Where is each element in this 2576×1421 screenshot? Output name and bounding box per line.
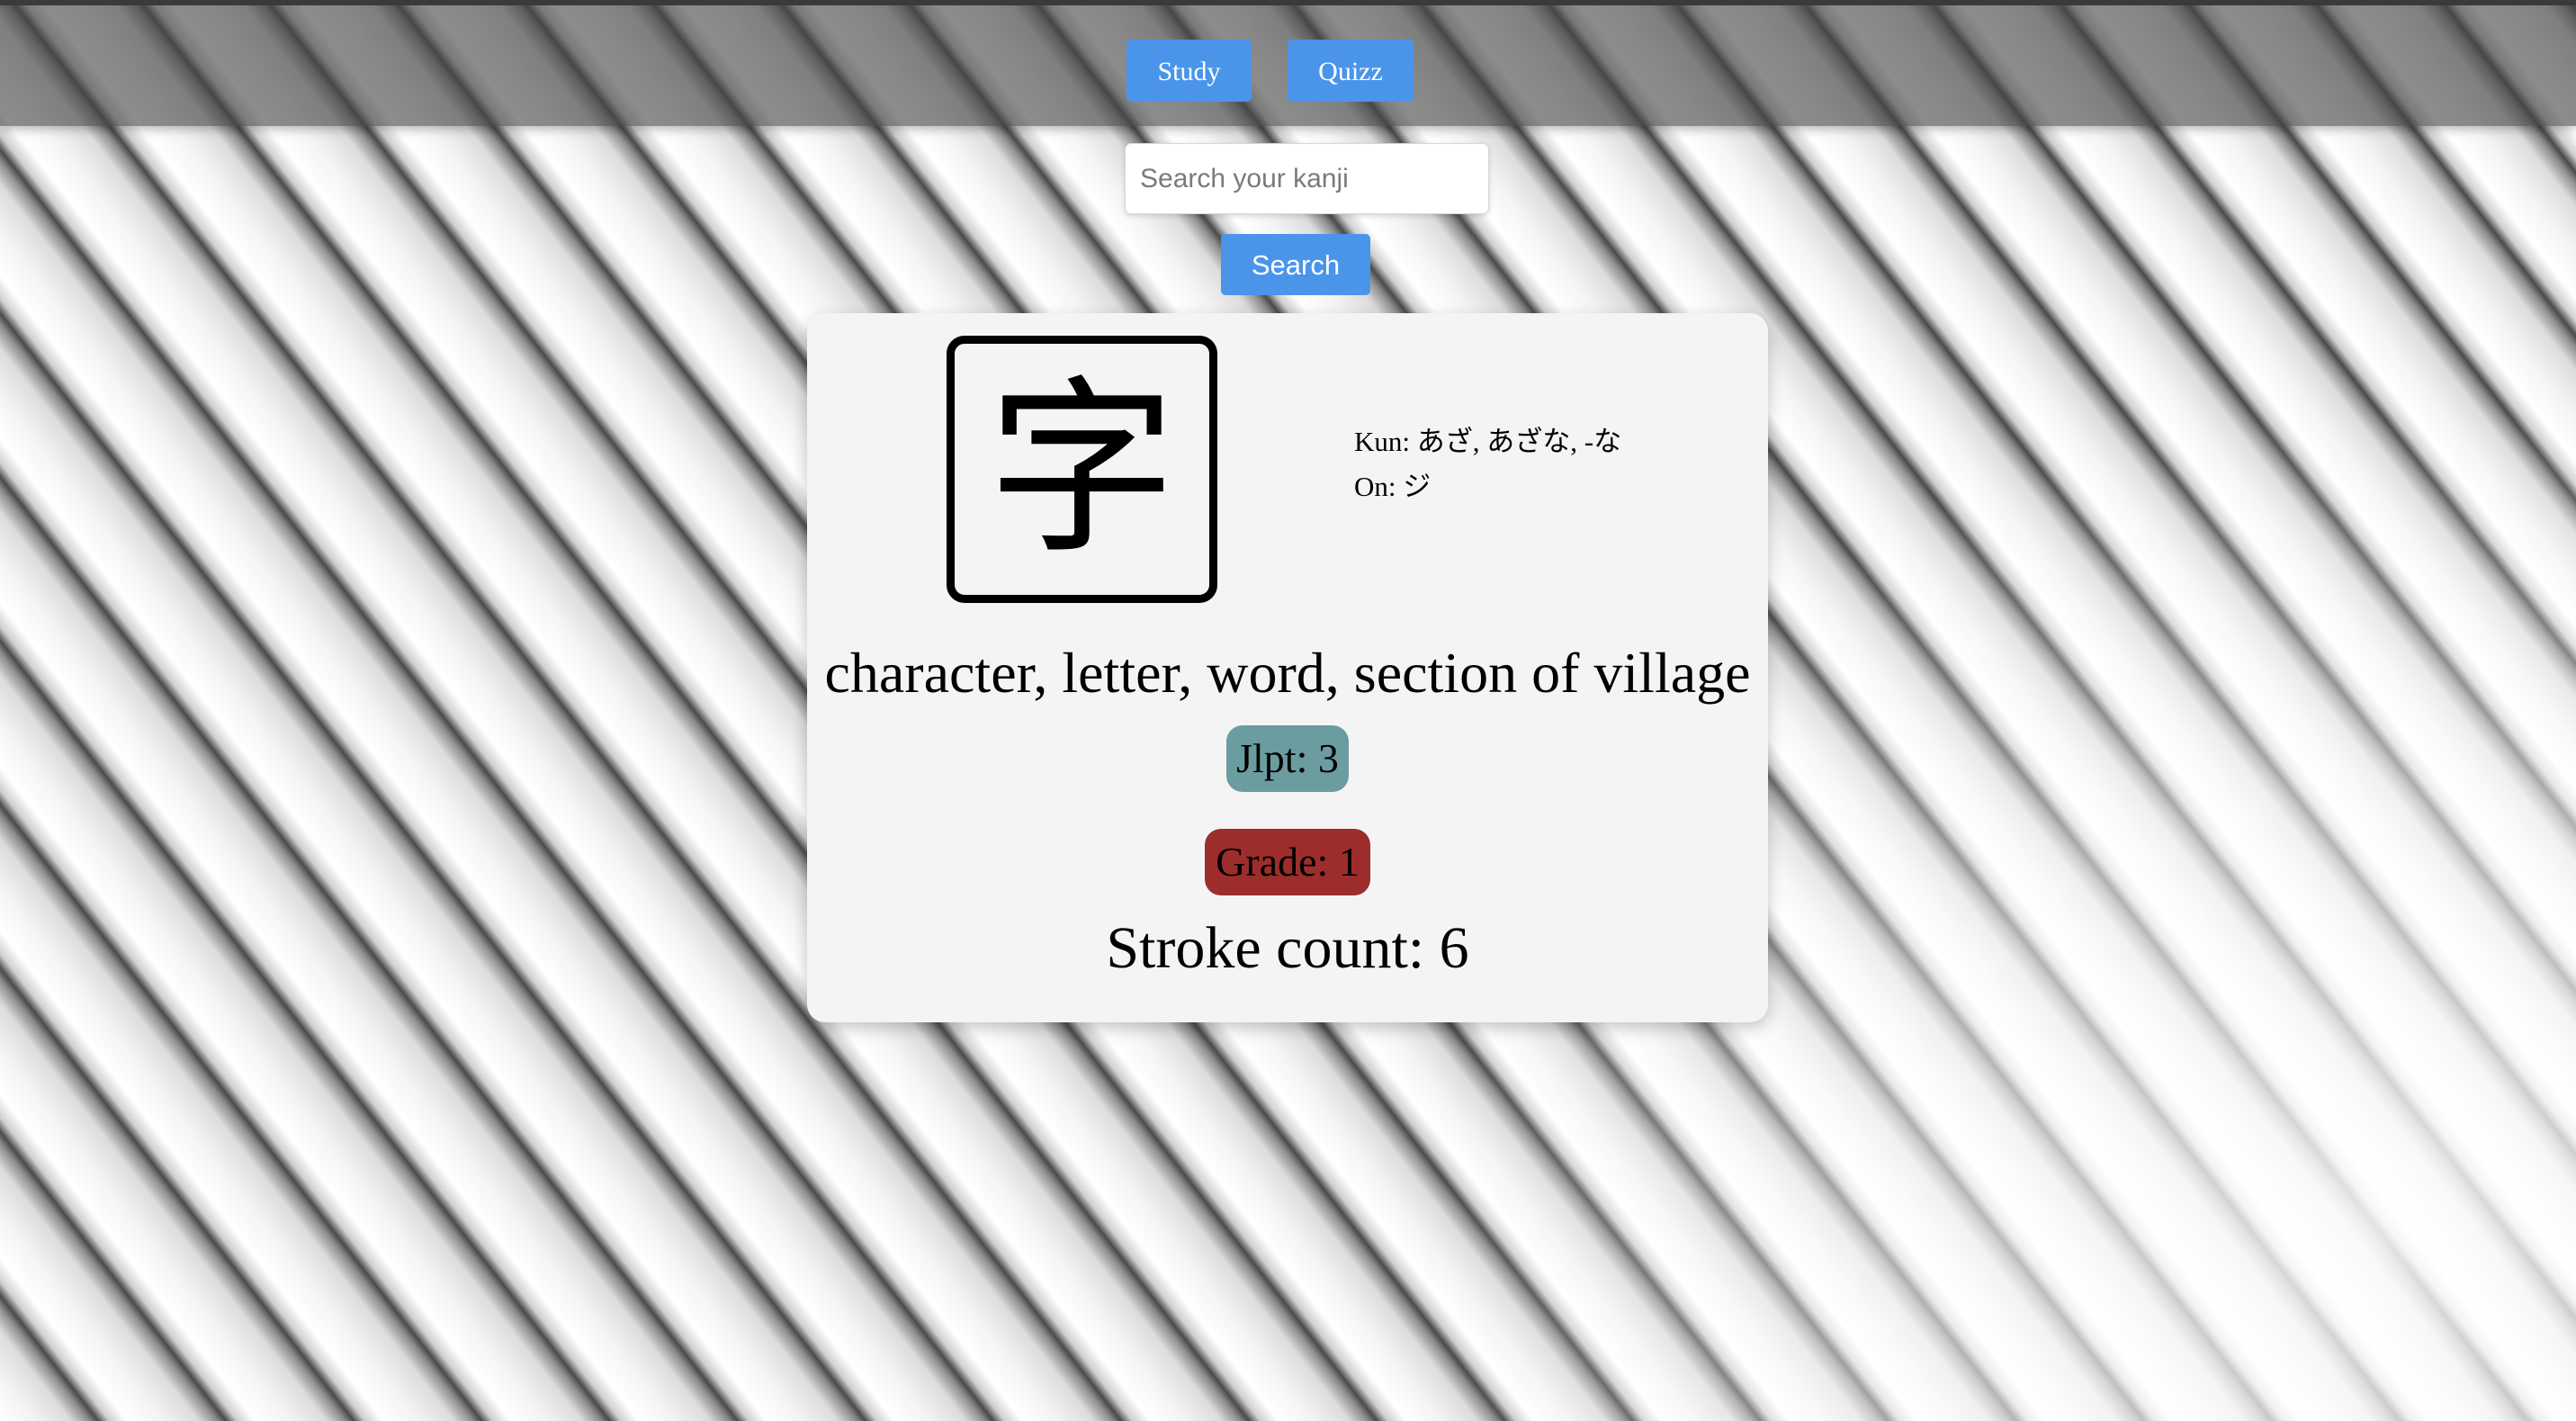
- grade-label: Grade:: [1216, 839, 1329, 885]
- grade-value: 1: [1338, 839, 1360, 885]
- kanji-character: 字: [947, 336, 1217, 603]
- top-nav-bar: Study Quizz: [0, 0, 2576, 126]
- on-value: ジ: [1403, 471, 1432, 502]
- on-reading: On: ジ: [1354, 464, 1621, 509]
- kanji-meaning: character, letter, word, section of vill…: [824, 641, 1751, 705]
- kun-label: Kun:: [1354, 426, 1410, 457]
- kun-value: あざ, あざな, -な: [1416, 426, 1622, 457]
- kanji-search-input[interactable]: [1125, 143, 1489, 214]
- jlpt-badge: Jlpt: 3: [1226, 725, 1349, 792]
- stroke-count: Stroke count: 6: [807, 913, 1768, 985]
- kanji-readings: Kun: あざ, あざな, -な On: ジ: [1354, 419, 1621, 509]
- stroke-label: Stroke count:: [1106, 915, 1425, 981]
- kanji-card: 字 Kun: あざ, あざな, -な On: ジ character, lett…: [807, 313, 1768, 1022]
- jlpt-value: 3: [1317, 735, 1339, 781]
- kun-reading: Kun: あざ, あざな, -な: [1354, 419, 1621, 464]
- quizz-button[interactable]: Quizz: [1288, 40, 1414, 102]
- search-button[interactable]: Search: [1221, 234, 1370, 295]
- on-label: On:: [1354, 471, 1396, 502]
- study-button[interactable]: Study: [1126, 40, 1252, 102]
- jlpt-label: Jlpt:: [1236, 735, 1308, 781]
- stroke-value: 6: [1439, 915, 1469, 981]
- grade-badge: Grade: 1: [1205, 829, 1370, 895]
